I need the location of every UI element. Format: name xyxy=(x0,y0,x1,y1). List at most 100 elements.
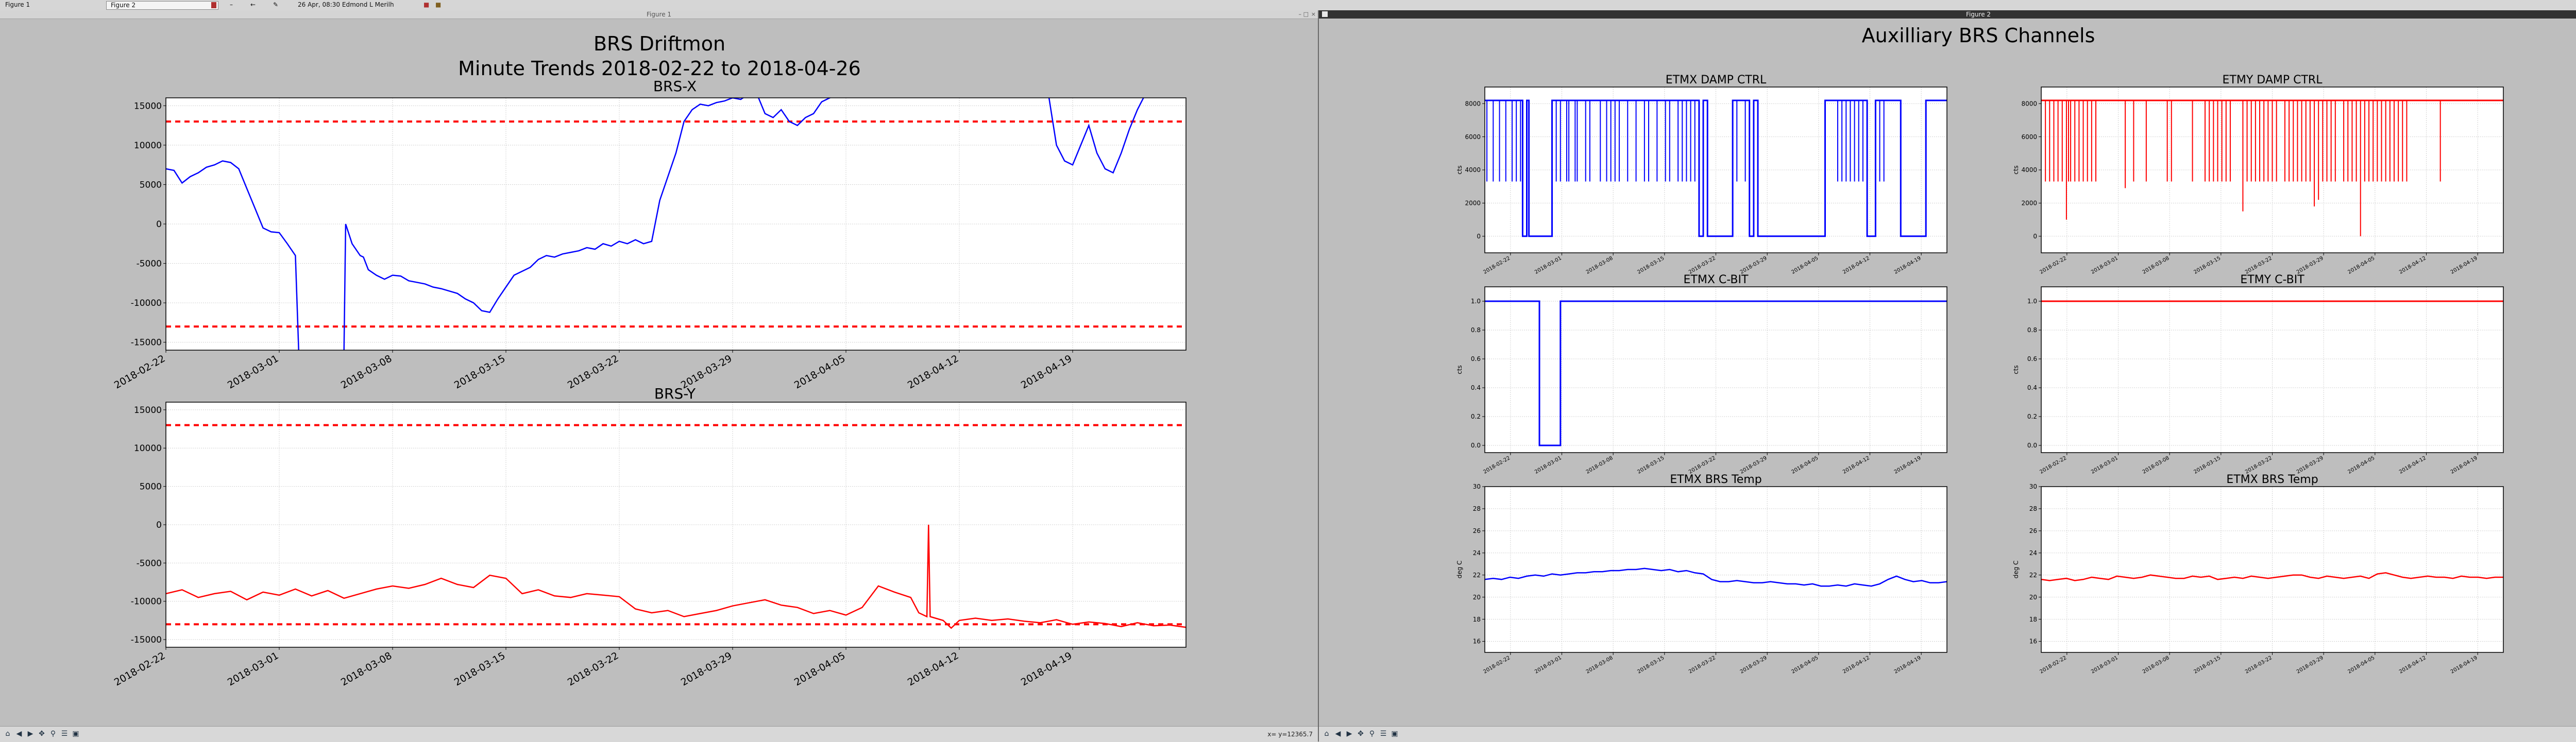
y-tick-label: -5000 xyxy=(137,558,162,568)
y-tick-label: 0.2 xyxy=(1471,413,1481,420)
y-tick-label: 28 xyxy=(2029,505,2037,512)
zoom-icon[interactable]: ⚲ xyxy=(48,729,58,738)
pan-icon[interactable]: ✥ xyxy=(1356,729,1365,738)
chart-title-brs-x: BRS-X xyxy=(653,78,697,95)
x-tick-label: 2018-03-15 xyxy=(1636,655,1665,675)
y-tick-label: 28 xyxy=(1473,505,1481,512)
taskbar: Figure 1 Figure 2 – ← ✎ 26 Apr, 08:30 Ed… xyxy=(0,0,2576,11)
back-arrow-icon[interactable]: ← xyxy=(250,1,256,9)
x-tick-label: 2018-02-22 xyxy=(112,650,167,688)
y-tick-label: -10000 xyxy=(131,597,162,607)
y-tick-label: 20 xyxy=(2029,594,2037,601)
y-axis-label: deg C xyxy=(1456,561,1463,579)
y-tick-label: 10000 xyxy=(134,443,162,454)
y-tick-label: 5000 xyxy=(140,180,162,190)
x-tick-label: 2018-03-01 xyxy=(2090,455,2119,475)
x-tick-label: 2018-03-15 xyxy=(1636,255,1665,275)
x-tick-label: 2018-04-12 xyxy=(1842,255,1871,275)
y-tick-label: 0.0 xyxy=(2027,442,2037,449)
x-tick-label: 2018-03-22 xyxy=(2244,455,2273,475)
x-tick-label: 2018-02-22 xyxy=(112,353,167,391)
figure-1-title-line1: BRS Driftmon xyxy=(594,32,725,55)
figure-2-canvas[interactable]: Auxilliary BRS Channels ETMX DAMP CTRL 20… xyxy=(1319,19,2576,726)
y-tick-label: 0.0 xyxy=(1471,442,1481,449)
taskbar-window-figure-2[interactable]: Figure 2 xyxy=(106,1,218,10)
y-tick-label: 26 xyxy=(1473,527,1481,534)
figure-1-title-line2: Minute Trends 2018-02-22 to 2018-04-26 xyxy=(458,57,861,80)
y-tick-label: 0.4 xyxy=(1471,384,1481,391)
edit-icon[interactable]: ✎ xyxy=(273,1,278,9)
minimize-icon[interactable]: – xyxy=(1299,10,1302,19)
window-figure-1-titlebar[interactable]: Figure 1 – □ × xyxy=(0,10,1318,19)
forward-icon[interactable]: ▶ xyxy=(26,729,35,738)
minus-icon[interactable]: – xyxy=(230,1,233,9)
zoom-icon[interactable]: ⚲ xyxy=(1367,729,1377,738)
forward-icon[interactable]: ▶ xyxy=(1345,729,1354,738)
back-icon[interactable]: ◀ xyxy=(14,729,24,738)
x-tick-label: 2018-03-01 xyxy=(1534,255,1563,275)
y-tick-label: -10000 xyxy=(131,298,162,308)
x-tick-label: 2018-04-05 xyxy=(2347,255,2376,275)
x-tick-label: 2018-04-05 xyxy=(792,353,848,391)
logout-icon[interactable]: ■ xyxy=(435,1,441,9)
close-icon[interactable]: × xyxy=(1311,10,1316,19)
x-tick-label: 2018-04-19 xyxy=(1019,650,1074,688)
x-tick-label: 2018-03-22 xyxy=(1688,655,1717,675)
home-icon[interactable]: ⌂ xyxy=(3,729,12,738)
y-tick-label: 0 xyxy=(2033,233,2037,240)
y-tick-label: 20 xyxy=(1473,594,1481,601)
x-tick-label: 2018-03-08 xyxy=(339,353,394,391)
x-tick-label: 2018-03-15 xyxy=(2193,655,2222,675)
close-window-icon[interactable] xyxy=(211,2,216,8)
x-tick-label: 2018-04-12 xyxy=(2398,655,2427,675)
y-axis-label: cts xyxy=(2012,165,2020,175)
x-tick-label: 2018-03-29 xyxy=(679,650,734,688)
lock-icon[interactable]: ■ xyxy=(423,1,429,9)
y-tick-label: 22 xyxy=(2029,572,2037,579)
y-tick-label: 1.0 xyxy=(2027,298,2037,305)
maximize-icon[interactable]: □ xyxy=(1303,10,1309,19)
configure-subplots-icon[interactable]: ☰ xyxy=(60,729,69,738)
taskbar-window-label: Figure 1 xyxy=(5,1,30,8)
y-tick-label: 30 xyxy=(2029,483,2037,490)
x-tick-label: 2018-03-08 xyxy=(2142,655,2171,675)
taskbar-window-label: Figure 2 xyxy=(111,2,136,9)
save-icon[interactable]: ▣ xyxy=(1390,729,1399,738)
figure-1-canvas[interactable]: BRS Driftmon Minute Trends 2018-02-22 to… xyxy=(0,19,1318,726)
pan-icon[interactable]: ✥ xyxy=(37,729,46,738)
x-tick-label: 2018-02-22 xyxy=(2039,455,2067,475)
configure-subplots-icon[interactable]: ☰ xyxy=(1379,729,1388,738)
x-tick-label: 2018-03-15 xyxy=(2193,455,2222,475)
x-tick-label: 2018-03-22 xyxy=(1688,255,1717,275)
y-tick-label: 8000 xyxy=(1465,100,1481,107)
x-tick-label: 2018-04-19 xyxy=(1893,455,1922,475)
home-icon[interactable]: ⌂ xyxy=(1322,729,1331,738)
x-tick-label: 2018-04-05 xyxy=(2347,655,2376,675)
y-tick-label: 1.0 xyxy=(1471,298,1481,305)
subplot-title: ETMX C-BIT xyxy=(1684,273,1749,286)
y-tick-label: 6000 xyxy=(1465,133,1481,141)
x-tick-label: 2018-03-29 xyxy=(1739,455,1768,475)
x-tick-label: 2018-04-05 xyxy=(1790,255,1819,275)
y-tick-label: 16 xyxy=(2029,638,2037,645)
x-tick-label: 2018-03-29 xyxy=(1739,255,1768,275)
back-icon[interactable]: ◀ xyxy=(1333,729,1343,738)
y-tick-label: 0 xyxy=(1477,233,1481,240)
x-tick-label: 2018-03-22 xyxy=(2244,655,2273,675)
x-tick-label: 2018-03-22 xyxy=(1688,455,1717,475)
window-figure-2-titlebar[interactable]: Figure 2 – □ × xyxy=(1319,10,2576,19)
x-tick-label: 2018-03-29 xyxy=(2296,655,2325,675)
x-tick-label: 2018-03-08 xyxy=(1585,255,1614,275)
x-tick-label: 2018-02-22 xyxy=(2039,655,2067,675)
subplot-title: ETMX DAMP CTRL xyxy=(1666,74,1767,87)
x-tick-label: 2018-04-19 xyxy=(2450,655,2479,675)
x-tick-label: 2018-04-05 xyxy=(1790,455,1819,475)
clock-user-label: 26 Apr, 08:30 Edmond L Merilh xyxy=(298,1,394,8)
x-tick-label: 2018-04-12 xyxy=(1842,655,1871,675)
x-tick-label: 2018-03-08 xyxy=(339,650,394,688)
figure-1-toolbar: ⌂ ◀ ▶ ✥ ⚲ ☰ ▣ x= y=12365.7 xyxy=(0,726,1318,742)
taskbar-window-figure-1[interactable]: Figure 1 xyxy=(1,1,107,9)
window-menu-icon[interactable] xyxy=(1322,11,1328,17)
save-icon[interactable]: ▣ xyxy=(71,729,80,738)
y-tick-label: 6000 xyxy=(2021,133,2037,141)
